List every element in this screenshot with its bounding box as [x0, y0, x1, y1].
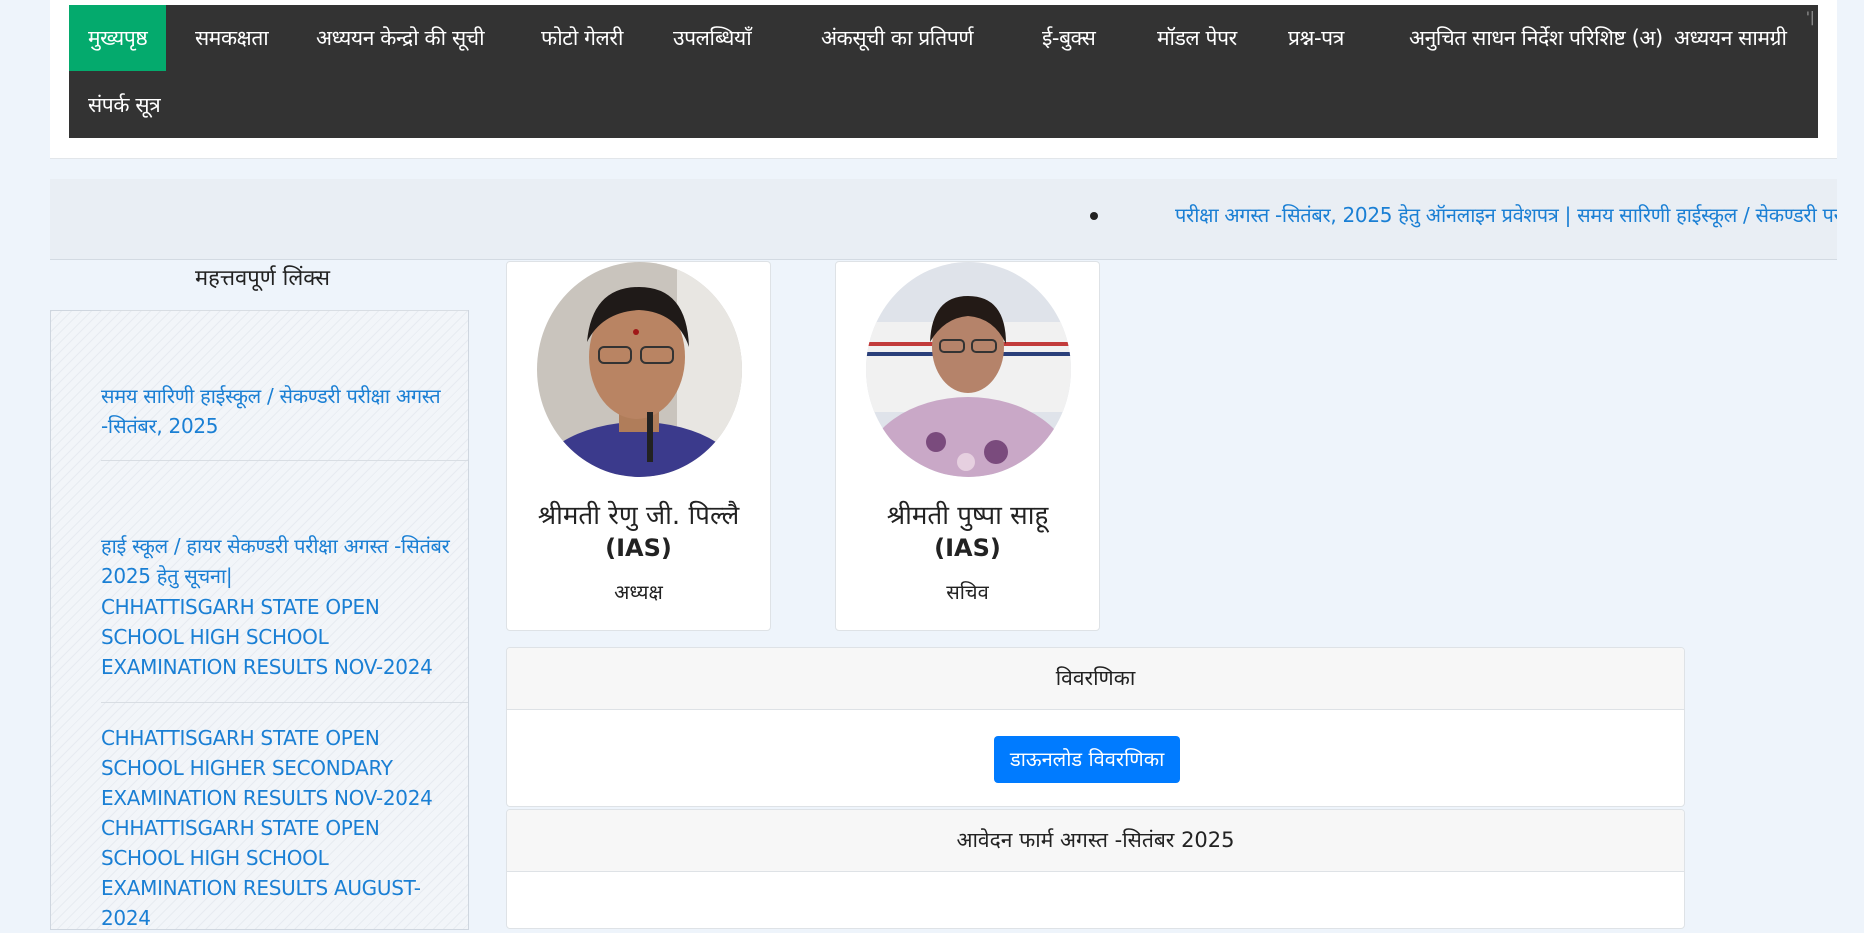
official-card-chairperson: श्रीमती रेणु जी. पिल्लै (IAS) अध्यक्ष — [506, 261, 771, 631]
sidebar-link-timetable[interactable]: समय सारिणी हाईस्कूल / सेकण्डरी परीक्षा अ… — [101, 381, 461, 441]
nav-ebooks[interactable]: ई-बुक्स — [1023, 5, 1114, 71]
nav-photo-gallery[interactable]: फोटो गेलरी — [522, 5, 642, 71]
nav-study-material[interactable]: अध्ययन सामग्री — [1655, 5, 1806, 71]
nav-home[interactable]: मुख्यपृष्ठ — [69, 5, 167, 71]
nav-marksheet-counterfoil[interactable]: अंकसूची का प्रतिपर्ण — [802, 5, 992, 71]
nav-model-paper[interactable]: मॉडल पेपर — [1138, 5, 1256, 71]
avatar-chairperson — [537, 262, 742, 477]
official-name: श्रीमती पुष्पा साहू (IAS) — [886, 501, 1049, 562]
nav-question-paper[interactable]: प्रश्न-पत्र — [1269, 5, 1363, 71]
nav-equivalence[interactable]: समकक्षता — [176, 5, 287, 71]
divider — [101, 460, 468, 461]
nav-achievements[interactable]: उपलब्धियाँ — [654, 5, 770, 71]
brochure-panel: विवरणिका डाऊनलोड विवरणिका — [506, 647, 1685, 807]
application-form-heading: आवेदन फार्म अगस्त -सितंबर 2025 — [507, 810, 1684, 872]
sidebar-link-hss-results-nov[interactable]: CHHATTISGARH STATE OPEN SCHOOL HIGHER SE… — [101, 723, 461, 813]
ticker-clip: परीक्षा अगस्त -सितंबर, 2025 हेतु ऑनलाइन … — [50, 179, 1837, 259]
official-name: श्रीमती रेणु जी. पिल्लै (IAS) — [537, 501, 740, 562]
sidebar-link-exam-notice[interactable]: हाई स्कूल / हायर सेकण्डरी परीक्षा अगस्त … — [101, 531, 461, 591]
application-form-panel: आवेदन फार्म अगस्त -सितंबर 2025 — [506, 809, 1685, 929]
brochure-heading: विवरणिका — [507, 648, 1684, 710]
nav-unfair-means[interactable]: अनुचित साधन निर्देश परिशिष्ट (अ) — [1390, 5, 1682, 71]
official-role: अध्यक्ष — [614, 580, 663, 604]
avatar-secretary — [866, 262, 1071, 477]
download-brochure-button[interactable]: डाऊनलोड विवरणिका — [994, 736, 1181, 783]
nav-study-centers[interactable]: अध्ययन केन्द्रो की सूची — [297, 5, 503, 71]
official-role: सचिव — [946, 580, 989, 604]
sidebar-link-hs-results-aug[interactable]: CHHATTISGARH STATE OPEN SCHOOL HIGH SCHO… — [101, 813, 461, 933]
main-navbar: मुख्यपृष्ठ समकक्षता अध्ययन केन्द्रो की स… — [69, 5, 1818, 138]
official-card-secretary: श्रीमती पुष्पा साहू (IAS) सचिव — [835, 261, 1100, 631]
ticker-link[interactable]: परीक्षा अगस्त -सितंबर, 2025 हेतु ऑनलाइन … — [1175, 201, 1837, 228]
corner-mark: '| — [1806, 10, 1815, 26]
sidebar-link-hs-results-nov[interactable]: CHHATTISGARH STATE OPEN SCHOOL HIGH SCHO… — [101, 592, 461, 682]
important-links-heading: महत्तवपूर्ण लिंक्स — [195, 266, 331, 291]
divider — [101, 310, 468, 311]
divider — [101, 702, 468, 703]
nav-contact[interactable]: संपर्क सूत्र — [69, 72, 179, 138]
